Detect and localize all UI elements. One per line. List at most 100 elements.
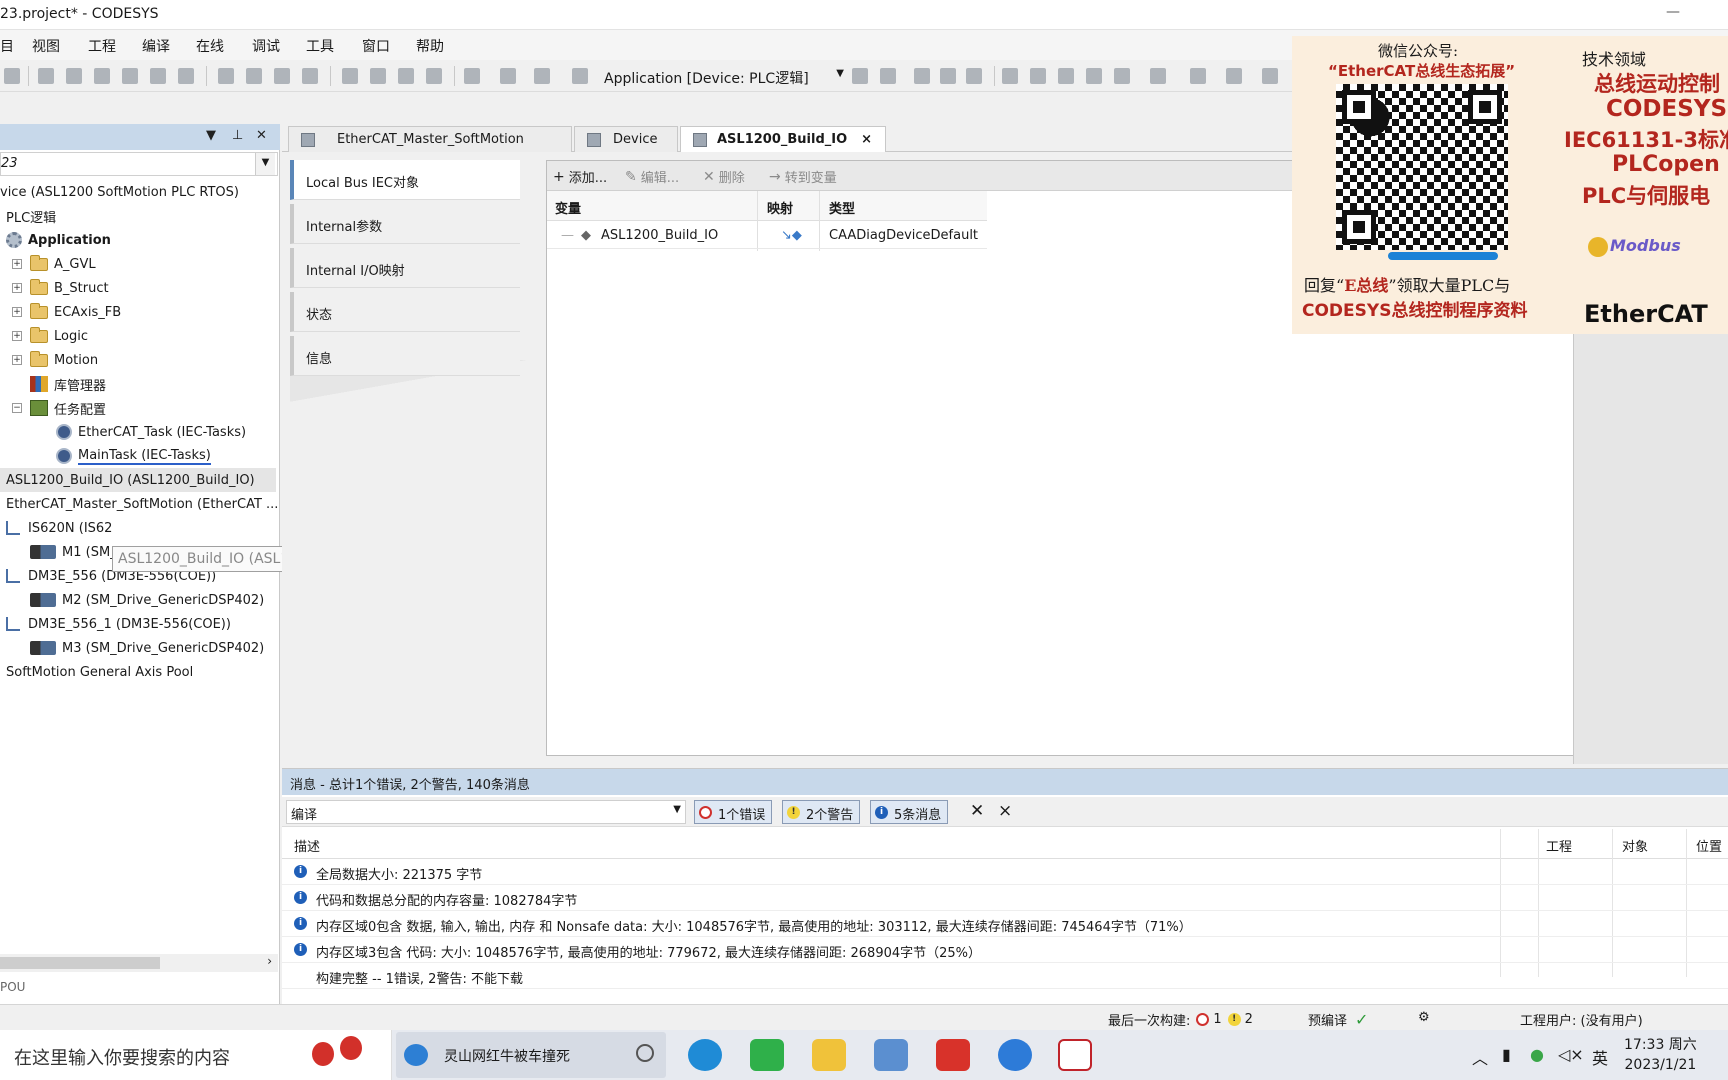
- clear-messages-icon[interactable]: ✕: [970, 801, 984, 821]
- expand-icon[interactable]: +: [12, 331, 22, 341]
- find-icon[interactable]: [218, 68, 234, 84]
- tree-item-m3[interactable]: M3 (SM_Drive_GenericDSP402): [30, 636, 264, 660]
- minimize-button[interactable]: —: [1666, 4, 1680, 20]
- delete-button[interactable]: ✕ 删除: [703, 167, 745, 187]
- tree-item-motion[interactable]: + Motion: [12, 348, 98, 372]
- table-row[interactable]: — ◆ ASL1200_Build_IO ↘◆ CAADiagDeviceDef…: [547, 221, 987, 249]
- tree-item-logic[interactable]: + Logic: [12, 324, 88, 348]
- precompile-status[interactable]: 预编译 ✓: [1308, 1010, 1368, 1029]
- force-icon[interactable]: [1150, 68, 1166, 84]
- pin-icon[interactable]: ⊥: [232, 128, 243, 143]
- tree-item-ethercat-master[interactable]: EtherCAT_Master_SoftMotion (EtherCAT ...: [6, 492, 278, 516]
- bookmark-clear-icon[interactable]: [426, 68, 442, 84]
- find-all-icon[interactable]: [302, 68, 318, 84]
- k-app-icon[interactable]: [998, 1039, 1032, 1071]
- chevron-up-icon[interactable]: ︿: [1472, 1045, 1488, 1069]
- undo-icon[interactable]: [38, 68, 54, 84]
- collapse-icon[interactable]: −: [12, 403, 22, 413]
- scrollbar-thumb[interactable]: [0, 957, 160, 969]
- errors-filter-button[interactable]: 1个错误: [694, 800, 773, 824]
- project-user-status[interactable]: 工程用户: (没有用户): [1520, 1010, 1643, 1029]
- tree-item-library-manager[interactable]: 库管理器: [30, 372, 106, 396]
- breakpoint-icon[interactable]: [1086, 68, 1102, 84]
- layout-icon[interactable]: [500, 68, 516, 84]
- tree-item-m2[interactable]: M2 (SM_Drive_GenericDSP402): [30, 588, 264, 612]
- menu-project[interactable]: 工程: [88, 36, 116, 56]
- cut-icon[interactable]: [94, 68, 110, 84]
- warnings-filter-button[interactable]: ! 2个警告: [782, 800, 861, 824]
- message-row[interactable]: i 全局数据大小: 221375 字节: [282, 859, 1728, 885]
- stop-icon[interactable]: [940, 68, 956, 84]
- bookmark-prev-icon[interactable]: [370, 68, 386, 84]
- last-build-status[interactable]: 最后一次构建: 1 ! 2: [1108, 1010, 1253, 1029]
- project-select[interactable]: 23 ▼: [0, 152, 278, 176]
- monitor-icon[interactable]: [1190, 68, 1206, 84]
- wps-app-icon[interactable]: [936, 1039, 970, 1071]
- paste-icon[interactable]: [150, 68, 166, 84]
- step-into-icon[interactable]: [1030, 68, 1046, 84]
- messages-filter-button[interactable]: i 5条消息: [870, 800, 949, 824]
- expand-icon[interactable]: +: [12, 283, 22, 293]
- bookmark-icon[interactable]: [342, 68, 358, 84]
- mapping-icon[interactable]: ↘◆: [781, 228, 802, 243]
- message-row[interactable]: i 内存区域0包含 数据, 输入, 输出, 内存 和 Nonsafe data:…: [282, 911, 1728, 937]
- volume-icon[interactable]: ◁×: [1558, 1045, 1584, 1064]
- goto-variable-button[interactable]: → 转到变量: [769, 167, 837, 187]
- close-icon[interactable]: ✕: [256, 128, 267, 143]
- application-select[interactable]: Application [Device: PLC逻辑] ▼: [604, 66, 844, 88]
- file-explorer-icon[interactable]: [812, 1039, 846, 1071]
- menu-tools[interactable]: 工具: [306, 36, 334, 56]
- logout-icon[interactable]: [880, 68, 896, 84]
- message-row[interactable]: i 内存区域3包含 代码: 大小: 1048576字节, 最高使用的地址: 77…: [282, 937, 1728, 963]
- edit-button[interactable]: ✎ 编辑...: [625, 167, 679, 187]
- menu-debug[interactable]: 调试: [252, 36, 280, 56]
- taskbar-search-input[interactable]: 在这里输入你要搜索的内容: [0, 1030, 392, 1080]
- wechat-tray-icon[interactable]: ●: [1530, 1045, 1544, 1064]
- tree-item-main-task[interactable]: MainTask (IEC-Tasks): [56, 444, 211, 468]
- pou-tab[interactable]: POU: [0, 980, 25, 994]
- taskbar-browser-window[interactable]: 灵山网红牛被车撞死: [396, 1032, 666, 1078]
- menu-window[interactable]: 窗口: [362, 36, 390, 56]
- export-icon[interactable]: [534, 68, 550, 84]
- column-header-project[interactable]: 工程: [1546, 836, 1572, 855]
- nav-info[interactable]: 信息: [290, 336, 520, 376]
- menu-build[interactable]: 编译: [142, 36, 170, 56]
- tab-ethercat-master[interactable]: EtherCAT_Master_SoftMotion: [288, 126, 572, 152]
- menu-online[interactable]: 在线: [196, 36, 224, 56]
- column-header-mapping[interactable]: 映射: [767, 198, 793, 217]
- tree-item-a-gvl[interactable]: + A_GVL: [12, 252, 96, 276]
- horizontal-scrollbar[interactable]: ›: [0, 954, 278, 972]
- start-icon[interactable]: [914, 68, 930, 84]
- redo-icon[interactable]: [66, 68, 82, 84]
- tree-item-axis-pool[interactable]: SoftMotion General Axis Pool: [6, 660, 193, 684]
- reset-icon[interactable]: [966, 68, 982, 84]
- print-icon[interactable]: [4, 68, 20, 84]
- column-header-type[interactable]: 类型: [829, 198, 855, 217]
- tree-item-application[interactable]: Application: [6, 228, 111, 252]
- watch-icon[interactable]: [1114, 68, 1130, 84]
- nav-internal-params[interactable]: Internal参数: [290, 204, 520, 244]
- replace-icon[interactable]: [246, 68, 262, 84]
- tree-item-task-config[interactable]: − 任务配置: [12, 396, 106, 420]
- tree-item-ethercat-task[interactable]: EtherCAT_Task (IEC-Tasks): [56, 420, 246, 444]
- nav-local-bus-iec[interactable]: Local Bus IEC对象: [290, 160, 520, 200]
- menu-help[interactable]: 帮助: [416, 36, 444, 56]
- chevron-right-icon[interactable]: ›: [267, 954, 272, 968]
- column-header-variable[interactable]: 变量: [555, 198, 581, 217]
- input-language-indicator[interactable]: 英: [1592, 1045, 1608, 1069]
- find-next-icon[interactable]: [274, 68, 290, 84]
- tree-item-asl1200-build-io[interactable]: ASL1200_Build_IO (ASL1200_Build_IO): [0, 468, 276, 492]
- tree-item-b-struct[interactable]: + B_Struct: [12, 276, 109, 300]
- delete-icon[interactable]: [178, 68, 194, 84]
- tree-item-dm3e-556-1[interactable]: DM3E_556_1 (DM3E-556(COE)): [6, 612, 231, 636]
- copy-icon[interactable]: [122, 68, 138, 84]
- nav-internal-io-mapping[interactable]: Internal I/O映射: [290, 248, 520, 288]
- cart-icon[interactable]: [1226, 68, 1242, 84]
- bookmark-next-icon[interactable]: [398, 68, 414, 84]
- tab-device[interactable]: Device: [574, 126, 678, 152]
- message-row[interactable]: 构建完整 -- 1错误, 2警告: 不能下载: [282, 963, 1728, 989]
- column-header-description[interactable]: 描述: [294, 836, 320, 855]
- message-row[interactable]: i 代码和数据总分配的内存容量: 1082784字节: [282, 885, 1728, 911]
- step-over-icon[interactable]: [1002, 68, 1018, 84]
- variable-cell[interactable]: ASL1200_Build_IO: [601, 228, 718, 243]
